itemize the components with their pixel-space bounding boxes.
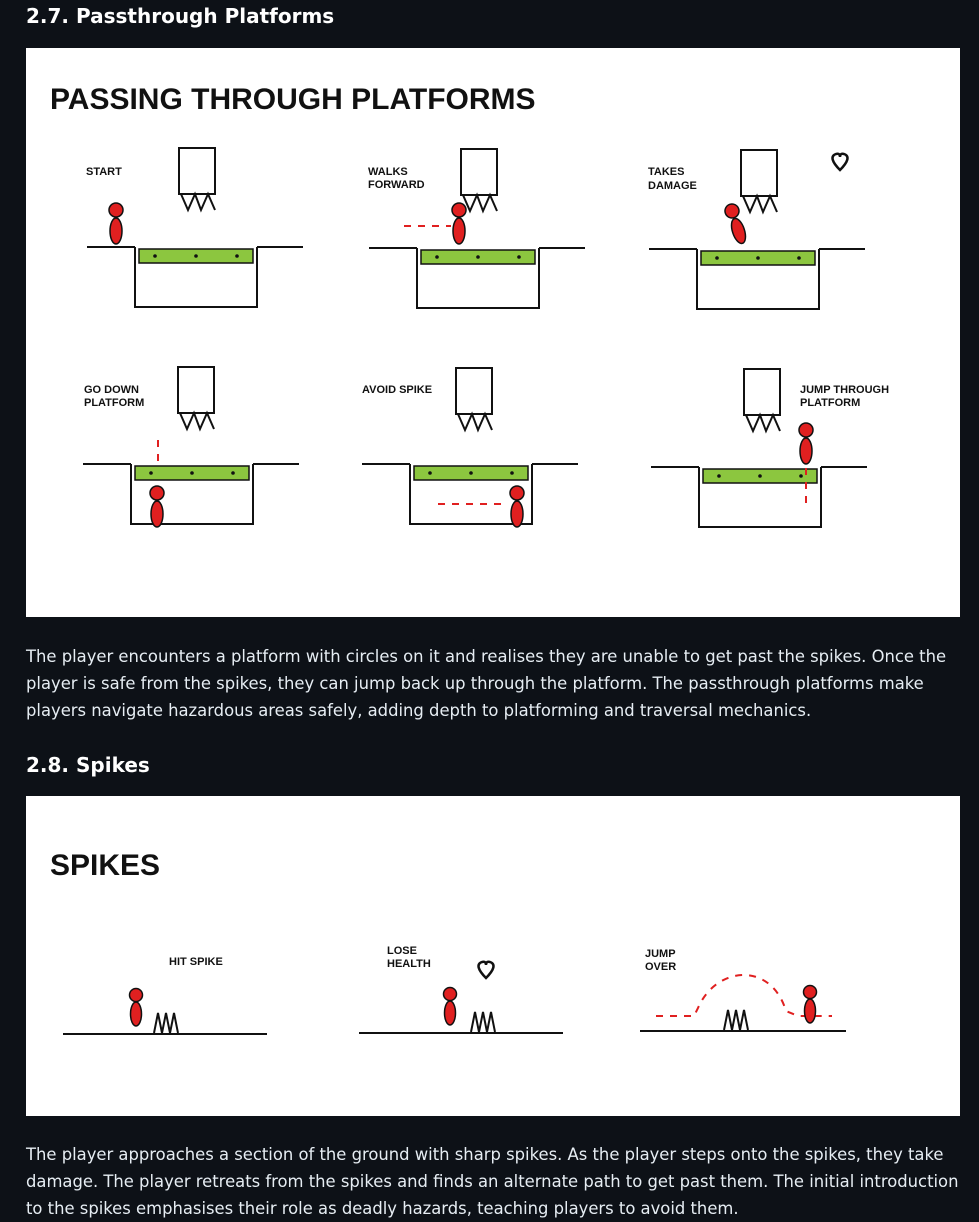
player xyxy=(149,485,165,528)
player xyxy=(451,202,467,245)
label-avoid-spike: AVOID SPIKE xyxy=(362,384,432,396)
spike-trap xyxy=(723,1009,749,1031)
label-go-down: GO DOWN PLATFORM xyxy=(84,384,144,409)
spike-block xyxy=(455,367,493,431)
player xyxy=(108,202,124,245)
spike-trap xyxy=(470,1011,496,1033)
panel-start: START xyxy=(86,147,304,308)
label-takes-damage: TAKES DAMAGE xyxy=(648,166,697,192)
panel-jump-over: JUMP OVER xyxy=(640,948,846,1032)
player xyxy=(798,422,814,465)
player xyxy=(509,485,525,528)
label-hit-spike: HIT SPIKE xyxy=(169,956,223,968)
label-start: START xyxy=(86,166,122,178)
diagram-title: PASSING THROUGH PLATFORMS xyxy=(50,83,536,116)
spike-block xyxy=(178,147,216,211)
player xyxy=(722,201,750,247)
spikes-diagram: SPIKES HIT SPIKE LOSE HEALTH JUMP OVER xyxy=(26,796,960,1116)
section-heading-platforms: 2.7. Passthrough Platforms xyxy=(26,4,335,28)
spike-block xyxy=(743,368,781,432)
label-jump-through: JUMP THROUGH PLATFORM xyxy=(800,384,892,409)
panel-lose-health: LOSE HEALTH xyxy=(359,945,563,1034)
spikes-paragraph: The player approaches a section of the g… xyxy=(26,1145,959,1218)
spike-block xyxy=(460,148,498,212)
passthrough-platform xyxy=(368,247,586,309)
section-heading-spikes: 2.8. Spikes xyxy=(26,753,150,777)
panel-go-down: GO DOWN PLATFORM xyxy=(82,366,300,528)
spike-block xyxy=(177,366,215,430)
passthrough-platform xyxy=(86,246,304,308)
player xyxy=(128,987,144,1027)
label-jump-over: JUMP OVER xyxy=(645,948,678,973)
platforms-diagram: PASSING THROUGH PLATFORMS START WALKS FO… xyxy=(26,48,960,617)
heart-icon xyxy=(831,152,849,172)
spike-block xyxy=(740,149,778,213)
passthrough-platform xyxy=(82,463,300,525)
label-lose-health: LOSE HEALTH xyxy=(387,945,431,970)
passthrough-platform xyxy=(361,463,579,525)
platforms-paragraph: The player encounters a platform with ci… xyxy=(26,647,947,720)
player xyxy=(442,986,458,1026)
panel-jump-through: JUMP THROUGH PLATFORM xyxy=(650,368,892,528)
label-walks-forward: WALKS FORWARD xyxy=(368,166,425,191)
spike-trap xyxy=(153,1012,179,1034)
passthrough-platform xyxy=(648,248,866,310)
panel-avoid-spike: AVOID SPIKE xyxy=(361,367,579,528)
panel-hit-spike: HIT SPIKE xyxy=(63,956,267,1035)
spikes-diagram-title: SPIKES xyxy=(50,849,160,882)
passthrough-platform xyxy=(650,466,868,528)
panel-walks-forward: WALKS FORWARD xyxy=(368,148,586,309)
panel-takes-damage: TAKES DAMAGE xyxy=(648,149,866,310)
player xyxy=(802,984,818,1024)
heart-icon xyxy=(477,960,495,980)
